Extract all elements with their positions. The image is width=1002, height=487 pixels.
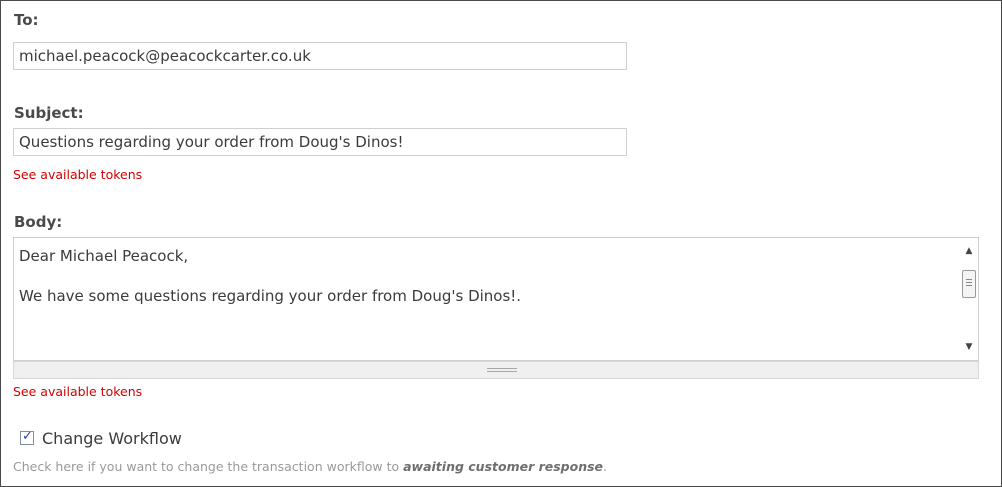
change-workflow-label[interactable]: Change Workflow [42,429,182,448]
to-field[interactable]: michael.peacock@peacockcarter.co.uk [13,42,627,70]
subject-label: Subject: [14,104,84,122]
body-textarea[interactable]: Dear Michael Peacock, We have some quest… [13,237,979,361]
checkmark-icon: ✓ [22,429,33,444]
email-form: To: michael.peacock@peacockcarter.co.uk … [0,0,1002,487]
scroll-thumb[interactable] [962,270,976,298]
change-workflow-checkbox[interactable]: ✓ [20,429,34,445]
arrow-down-icon[interactable]: ▼ [960,338,978,356]
workflow-status-emphasis: awaiting customer response [403,459,604,474]
body-text[interactable]: Dear Michael Peacock, We have some quest… [14,238,960,360]
workflow-help-text: Check here if you want to change the tra… [13,459,608,474]
to-label: To: [14,11,39,29]
subject-field[interactable]: Questions regarding your order from Doug… [13,128,627,156]
body-scrollbar[interactable]: ▲ ▼ [960,238,978,360]
subject-tokens-link[interactable]: See available tokens [13,167,142,182]
arrow-up-icon[interactable]: ▲ [960,242,978,260]
body-label: Body: [14,213,63,231]
textarea-resize-handle[interactable] [13,361,979,379]
body-tokens-link[interactable]: See available tokens [13,384,142,399]
